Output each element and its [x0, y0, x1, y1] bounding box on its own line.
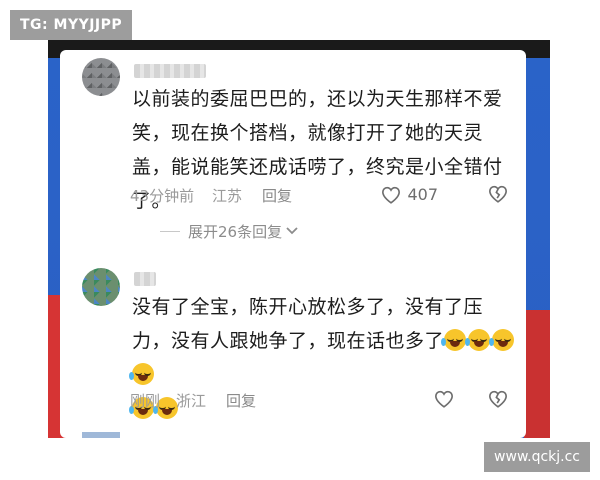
comment-text-content: 没有了全宝，陈开心放松多了，没有了压力，没有人跟她争了，现在话也多了 [132, 296, 484, 352]
comment-card: 以前装的委屈巴巴的，还以为天生那样不爱笑，现在换个搭档，就像打开了她的天灵盖，能… [60, 50, 526, 438]
avatar[interactable] [82, 432, 120, 438]
laughing-crying-emoji-icon [465, 329, 491, 351]
like-button[interactable] [434, 390, 460, 408]
reply-button[interactable]: 回复 [262, 185, 292, 206]
watermark-bottom-right: www.qckj.cc [484, 442, 590, 472]
avatar[interactable] [82, 268, 120, 306]
broken-heart-icon[interactable] [488, 390, 508, 408]
laughing-crying-emoji-icon [489, 329, 515, 351]
username-blurred[interactable] [134, 64, 206, 78]
expand-replies-label: 展开26条回复 [188, 222, 283, 241]
laughing-crying-emoji-icon [129, 363, 154, 385]
heart-outline-icon [434, 390, 454, 408]
divider [160, 230, 180, 232]
heart-outline-icon [381, 186, 401, 204]
like-button[interactable]: 407 [381, 185, 438, 204]
like-count: 407 [407, 185, 438, 204]
comment-location: 江苏 [212, 187, 243, 205]
comment-location: 浙江 [176, 392, 207, 410]
comment-meta-row: 刚刚 浙江 回复 [130, 390, 508, 412]
avatar[interactable] [82, 58, 120, 96]
username-blurred[interactable] [134, 272, 156, 286]
reply-button[interactable]: 回复 [226, 390, 256, 411]
expand-replies-button[interactable]: 展开26条回复 [160, 220, 298, 242]
broken-heart-icon[interactable] [488, 185, 508, 203]
comment-meta-row: 43分钟前 江苏 回复 407 [130, 185, 508, 207]
chevron-down-icon [286, 226, 298, 236]
comment-time: 43分钟前 [130, 187, 195, 205]
photo-right-shirt [524, 310, 550, 438]
watermark-top-left: TG: MYYJJPP [10, 10, 133, 40]
comment-time: 刚刚 [130, 392, 161, 410]
laughing-crying-emoji-icon [441, 329, 467, 351]
